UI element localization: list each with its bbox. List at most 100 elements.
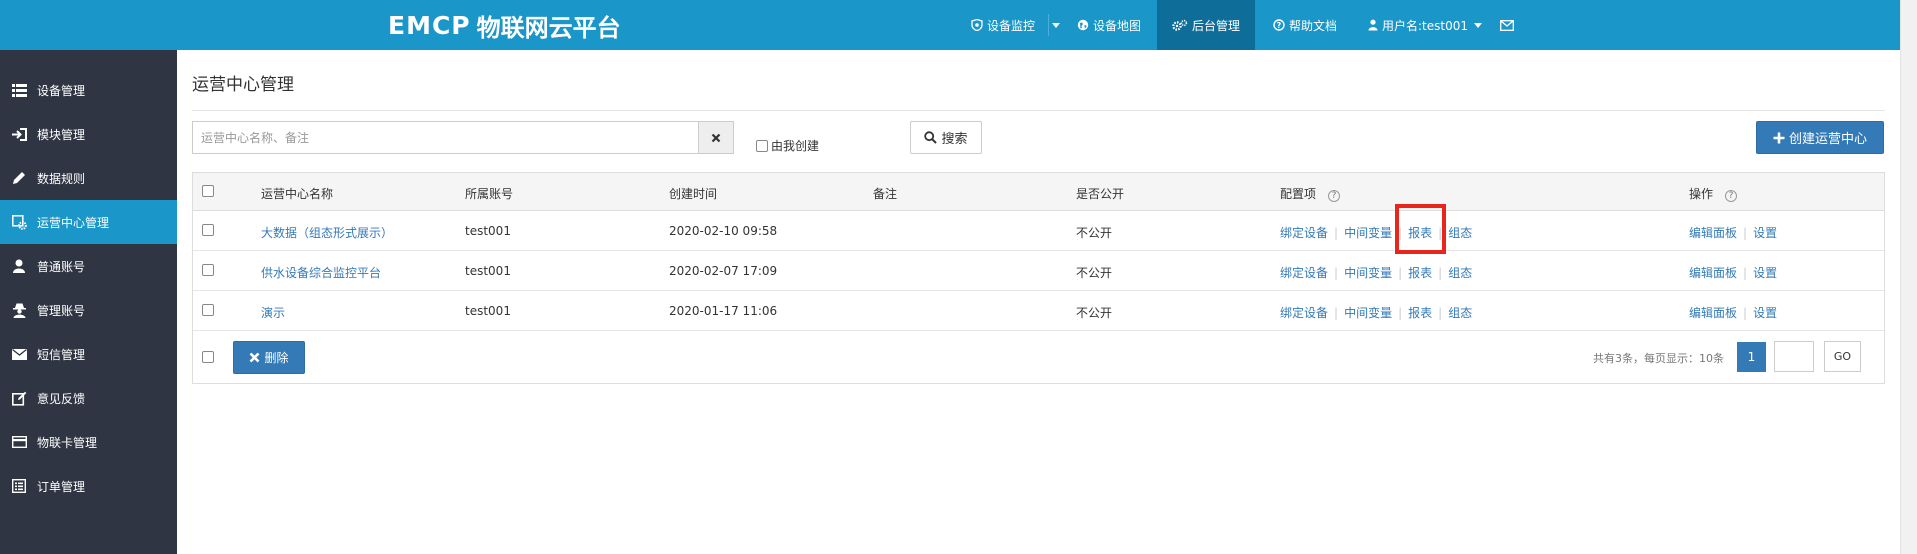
column-header-config: 配置项? bbox=[1280, 185, 1341, 202]
row-checkbox[interactable] bbox=[202, 224, 214, 236]
operation-center-name-link[interactable]: 供水设备综合监控平台 bbox=[261, 264, 381, 281]
page-jump-input[interactable] bbox=[1774, 341, 1814, 372]
link-divider: | bbox=[1334, 226, 1339, 240]
vertical-scrollbar[interactable] bbox=[1900, 0, 1917, 554]
delete-button-label: 删除 bbox=[264, 351, 289, 365]
created-time-cell: 2020-02-10 09:58 bbox=[669, 224, 778, 238]
column-header-name: 运营中心名称 bbox=[261, 187, 334, 201]
sidebar-item-label: 短信管理 bbox=[37, 347, 86, 362]
table-row: 演示 test001 2020-01-17 11:06 不公开 绑定设备 | 中间变… bbox=[193, 291, 1884, 331]
sidebar-item-normal-accounts[interactable]: 普通账号 bbox=[0, 244, 177, 288]
nav-user-menu[interactable]: 用户名:test001 bbox=[1368, 0, 1482, 50]
public-cell: 不公开 bbox=[1076, 266, 1113, 280]
sidebar-item-orders[interactable]: 订单管理 bbox=[0, 464, 177, 508]
link-divider: | bbox=[1743, 226, 1748, 240]
search-button[interactable]: 搜索 bbox=[910, 121, 982, 154]
logo-text: 物联网云平台 bbox=[476, 13, 621, 42]
intermediate-variable-link[interactable]: 中间变量 bbox=[1344, 266, 1392, 280]
go-button[interactable]: GO bbox=[1824, 341, 1861, 372]
settings-link[interactable]: 设置 bbox=[1753, 266, 1777, 280]
row-checkbox[interactable] bbox=[202, 264, 214, 276]
nav-admin[interactable]: 后台管理 bbox=[1157, 0, 1255, 50]
account-cell: test001 bbox=[465, 264, 511, 278]
public-cell: 不公开 bbox=[1076, 306, 1113, 320]
svg-text:?: ? bbox=[1277, 21, 1282, 30]
sidebar-item-device-management[interactable]: 设备管理 bbox=[0, 68, 177, 112]
delete-button[interactable]: 删除 bbox=[233, 341, 305, 374]
create-operation-center-button[interactable]: 创建运营中心 bbox=[1756, 121, 1884, 154]
link-divider: | bbox=[1438, 306, 1443, 320]
sidebar-item-label: 管理账号 bbox=[37, 303, 86, 318]
operation-center-name-link[interactable]: 演示 bbox=[261, 304, 285, 321]
list-icon bbox=[11, 82, 27, 98]
sidebar-item-label: 订单管理 bbox=[37, 479, 86, 494]
sidebar-item-data-rules[interactable]: 数据规则 bbox=[0, 156, 177, 200]
nav-device-monitor[interactable]: 设备监控 bbox=[971, 0, 1035, 50]
nav-device-monitor-dropdown[interactable] bbox=[1050, 0, 1062, 50]
created-by-me-checkbox[interactable] bbox=[756, 139, 768, 152]
bind-device-link[interactable]: 绑定设备 bbox=[1280, 266, 1328, 280]
list-alt-icon bbox=[11, 478, 27, 494]
nav-admin-label: 后台管理 bbox=[1191, 18, 1240, 33]
nav-device-map-label: 设备地图 bbox=[1093, 18, 1142, 33]
sidebar: 设备管理 模块管理 数据规则 运营中心管理 普通账号 管理账号 短信管理 意见反… bbox=[0, 50, 177, 554]
nav-user-label: 用户名:test001 bbox=[1382, 18, 1468, 33]
sidebar-item-label: 普通账号 bbox=[37, 259, 86, 274]
sidebar-item-iot-card[interactable]: 物联卡管理 bbox=[0, 420, 177, 464]
page-number-current[interactable]: 1 bbox=[1737, 342, 1766, 372]
sidebar-item-module-management[interactable]: 模块管理 bbox=[0, 112, 177, 156]
plus-icon bbox=[1773, 132, 1785, 143]
report-link[interactable]: 报表 bbox=[1408, 266, 1432, 280]
sidebar-item-feedback[interactable]: 意见反馈 bbox=[0, 376, 177, 420]
created-time-cell: 2020-02-07 17:09 bbox=[669, 264, 778, 278]
config-links: 绑定设备 | 中间变量 | 报表 | 组态 bbox=[1280, 304, 1472, 321]
nav-help-docs[interactable]: ? 帮助文档 bbox=[1273, 0, 1337, 50]
action-links: 编辑面板 | 设置 bbox=[1689, 264, 1777, 281]
clear-search-button[interactable] bbox=[698, 121, 734, 154]
configuration-link[interactable]: 组态 bbox=[1448, 226, 1472, 240]
config-links: 绑定设备 | 中间变量 | 报表 | 组态 bbox=[1280, 264, 1472, 281]
edit-panel-link[interactable]: 编辑面板 bbox=[1689, 226, 1737, 240]
top-navbar: EMCP 物联网云平台 设备监控 设备地图 后台管理 ? 帮助文档 用户名:te… bbox=[0, 0, 1900, 50]
link-divider: | bbox=[1334, 266, 1339, 280]
footer-select-all-checkbox[interactable] bbox=[202, 351, 214, 363]
intermediate-variable-link[interactable]: 中间变量 bbox=[1344, 306, 1392, 320]
edit-panel-link[interactable]: 编辑面板 bbox=[1689, 266, 1737, 280]
link-divider: | bbox=[1438, 266, 1443, 280]
chevron-down-icon bbox=[1052, 22, 1060, 28]
question-circle-icon[interactable]: ? bbox=[1725, 190, 1738, 202]
settings-link[interactable]: 设置 bbox=[1753, 306, 1777, 320]
operation-center-name-link[interactable]: 大数据（组态形式展示） bbox=[261, 224, 393, 241]
intermediate-variable-link[interactable]: 中间变量 bbox=[1344, 226, 1392, 240]
select-all-checkbox[interactable] bbox=[202, 185, 214, 197]
pagination-info: 共有3条，每页显示：10条 bbox=[1593, 352, 1724, 365]
bind-device-link[interactable]: 绑定设备 bbox=[1280, 306, 1328, 320]
edit-panel-link[interactable]: 编辑面板 bbox=[1689, 306, 1737, 320]
user-icon bbox=[1368, 19, 1378, 31]
report-link[interactable]: 报表 bbox=[1408, 306, 1432, 320]
bind-device-link[interactable]: 绑定设备 bbox=[1280, 226, 1328, 240]
logo[interactable]: EMCP 物联网云平台 bbox=[388, 8, 621, 42]
nav-device-monitor-label: 设备监控 bbox=[987, 18, 1036, 33]
sidebar-item-admin-accounts[interactable]: 管理账号 bbox=[0, 288, 177, 332]
row-checkbox[interactable] bbox=[202, 304, 214, 316]
link-divider: | bbox=[1743, 306, 1748, 320]
gears-icon bbox=[1172, 19, 1188, 31]
created-by-me-filter[interactable]: 由我创建 bbox=[756, 137, 819, 154]
nav-device-map[interactable]: 设备地图 bbox=[1077, 0, 1141, 50]
nav-messages[interactable] bbox=[1500, 0, 1518, 50]
search-input[interactable]: 运营中心名称、备注 bbox=[192, 121, 699, 154]
chevron-down-icon bbox=[1474, 22, 1482, 28]
link-divider: | bbox=[1743, 266, 1748, 280]
configuration-link[interactable]: 组态 bbox=[1448, 306, 1472, 320]
sidebar-item-sms-management[interactable]: 短信管理 bbox=[0, 332, 177, 376]
action-links: 编辑面板 | 设置 bbox=[1689, 304, 1777, 321]
column-header-actions: 操作? bbox=[1689, 185, 1738, 202]
question-circle-icon[interactable]: ? bbox=[1328, 190, 1341, 202]
sidebar-item-operation-center[interactable]: 运营中心管理 bbox=[0, 200, 177, 244]
report-link-highlight-box bbox=[1395, 204, 1446, 254]
settings-link[interactable]: 设置 bbox=[1753, 226, 1777, 240]
sidebar-item-label: 设备管理 bbox=[37, 83, 86, 98]
action-links: 编辑面板 | 设置 bbox=[1689, 224, 1777, 241]
configuration-link[interactable]: 组态 bbox=[1448, 266, 1472, 280]
